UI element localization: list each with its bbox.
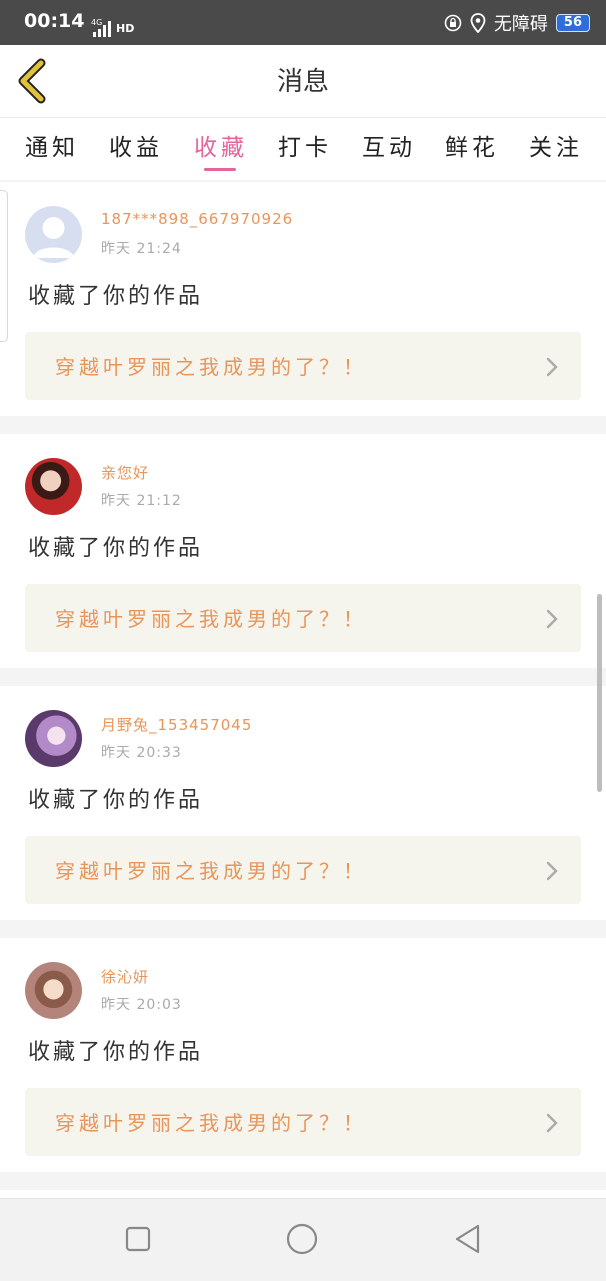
action-text: 收藏了你的作品 xyxy=(28,536,204,561)
chevron-right-icon xyxy=(546,861,558,881)
header: 消息 xyxy=(0,45,606,118)
work-title: 穿越叶罗丽之我成男的了？！ xyxy=(55,355,367,379)
avatar[interactable] xyxy=(25,206,82,263)
username[interactable]: 徐沁妍 xyxy=(101,966,149,987)
chevron-right-icon xyxy=(546,609,558,629)
work-link[interactable]: 穿越叶罗丽之我成男的了？！ xyxy=(25,836,581,904)
username[interactable]: 亲您好 xyxy=(101,462,149,483)
message-time: 昨天 20:03 xyxy=(101,997,182,1013)
list-item: 徐沁妍 昨天 20:03 收藏了你的作品 穿越叶罗丽之我成男的了？！ xyxy=(0,938,606,1172)
tab-earnings[interactable]: 收益 xyxy=(109,128,163,162)
work-link[interactable]: 穿越叶罗丽之我成男的了？！ xyxy=(25,1088,581,1156)
tab-notifications[interactable]: 通知 xyxy=(25,128,79,162)
list-item: 亲您好 昨天 21:12 收藏了你的作品 穿越叶罗丽之我成男的了？！ xyxy=(0,434,606,668)
tab-favorites[interactable]: 收藏 xyxy=(194,128,248,162)
location-icon xyxy=(470,13,486,33)
work-link[interactable]: 穿越叶罗丽之我成男的了？！ xyxy=(25,332,581,400)
work-title: 穿越叶罗丽之我成男的了？！ xyxy=(55,859,367,883)
work-title: 穿越叶罗丽之我成男的了？！ xyxy=(55,607,367,631)
list-item: 月野兔_153457045 昨天 20:33 收藏了你的作品 穿越叶罗丽之我成男… xyxy=(0,686,606,920)
avatar[interactable] xyxy=(25,710,82,767)
status-bar: 00:14 4G HD 无障碍 56 xyxy=(0,0,606,45)
message-time: 昨天 20:33 xyxy=(101,745,182,761)
hd-badge: HD xyxy=(116,22,135,35)
tab-flowers[interactable]: 鲜花 xyxy=(445,128,499,162)
home-icon[interactable] xyxy=(286,1223,318,1255)
action-text: 收藏了你的作品 xyxy=(28,284,204,309)
status-right: 无障碍 56 xyxy=(444,10,590,36)
message-time: 昨天 21:24 xyxy=(101,241,182,257)
message-time: 昨天 21:12 xyxy=(101,493,182,509)
scrollbar[interactable] xyxy=(597,594,602,792)
signal-icon xyxy=(93,21,111,37)
recent-apps-icon[interactable] xyxy=(122,1223,154,1255)
status-time: 00:14 xyxy=(24,10,85,32)
back-triangle-icon[interactable] xyxy=(452,1223,484,1255)
work-link[interactable]: 穿越叶罗丽之我成男的了？！ xyxy=(25,584,581,652)
action-text: 收藏了你的作品 xyxy=(28,1040,204,1065)
avatar[interactable] xyxy=(25,962,82,1019)
username[interactable]: 月野兔_153457045 xyxy=(101,714,252,735)
username[interactable]: 187***898_667970926 xyxy=(101,210,293,228)
tab-checkin[interactable]: 打卡 xyxy=(278,128,332,162)
tab-bar: 通知 收益 收藏 打卡 互动 鲜花 关注 xyxy=(0,118,606,180)
battery-indicator: 56 xyxy=(555,14,590,32)
work-title: 穿越叶罗丽之我成男的了？！ xyxy=(55,1111,367,1135)
page-title: 消息 xyxy=(276,67,329,97)
avatar[interactable] xyxy=(25,458,82,515)
action-text: 收藏了你的作品 xyxy=(28,788,204,813)
active-tab-indicator xyxy=(204,168,236,171)
system-nav-bar xyxy=(0,1198,606,1281)
chevron-right-icon xyxy=(546,1113,558,1133)
default-avatar-icon xyxy=(33,217,74,258)
list-item: 187***898_667970926 昨天 21:24 收藏了你的作品 穿越叶… xyxy=(0,182,606,416)
side-drawer-handle[interactable] xyxy=(0,190,8,342)
tab-follow[interactable]: 关注 xyxy=(529,128,583,162)
tab-interaction[interactable]: 互动 xyxy=(362,128,416,162)
lock-rotation-icon xyxy=(444,14,462,32)
chevron-right-icon xyxy=(546,357,558,377)
accessibility-label: 无障碍 xyxy=(493,14,548,35)
